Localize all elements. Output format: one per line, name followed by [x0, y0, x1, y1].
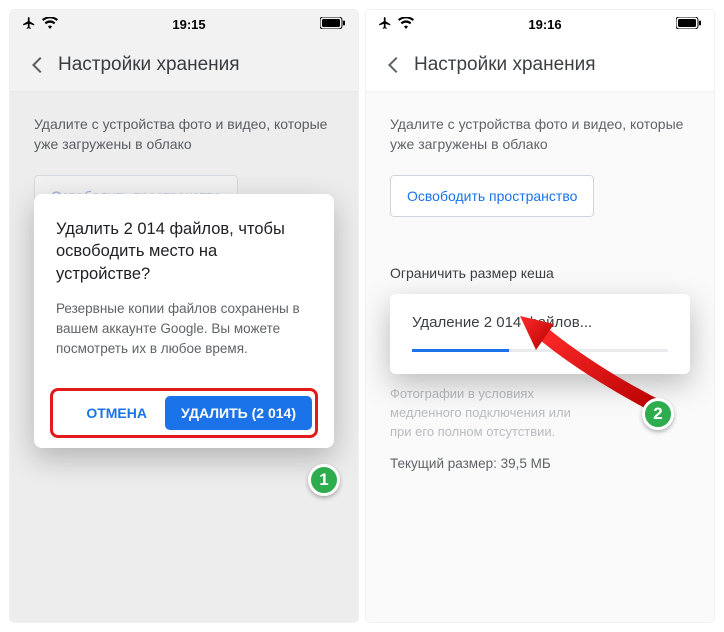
dialog-body: Резервные копии файлов сохранены в вашем… — [56, 299, 312, 360]
phone-right: 19:16 Настройки хранения Удалите с устро… — [366, 10, 714, 622]
current-cache-size: Текущий размер: 39,5 МБ — [390, 454, 690, 474]
page-title: Настройки хранения — [414, 54, 596, 76]
free-up-space-button[interactable]: Освободить пространство — [390, 175, 594, 217]
progress-bar-fill — [412, 349, 509, 352]
progress-text: Удаление 2 014 файлов... — [412, 314, 668, 331]
confirm-dialog: Удалить 2 014 файлов, чтобы освободить м… — [34, 194, 334, 448]
progress-bar — [412, 349, 668, 352]
cancel-button[interactable]: ОТМЕНА — [78, 397, 155, 429]
delete-confirm-button[interactable]: УДАЛИТЬ (2 014) — [165, 396, 312, 430]
annotation-badge-1: 1 — [308, 464, 340, 496]
annotation-badge-2: 2 — [642, 398, 674, 430]
description-text: Удалите с устройства фото и видео, котор… — [390, 114, 690, 155]
wifi-icon — [398, 17, 414, 32]
header: Настройки хранения — [366, 38, 714, 92]
battery-icon — [676, 17, 702, 32]
status-bar: 19:16 — [366, 10, 714, 38]
phone-left: 19:15 Настройки хранения Удалите с устро… — [10, 10, 358, 622]
dialog-title: Удалить 2 014 файлов, чтобы освободить м… — [56, 218, 312, 285]
progress-dialog: Удаление 2 014 файлов... — [390, 294, 690, 374]
airplane-mode-icon — [378, 16, 392, 33]
status-time: 19:16 — [528, 17, 561, 32]
cache-section-title: Ограничить размер кеша — [390, 263, 690, 283]
back-button[interactable] — [374, 45, 414, 85]
